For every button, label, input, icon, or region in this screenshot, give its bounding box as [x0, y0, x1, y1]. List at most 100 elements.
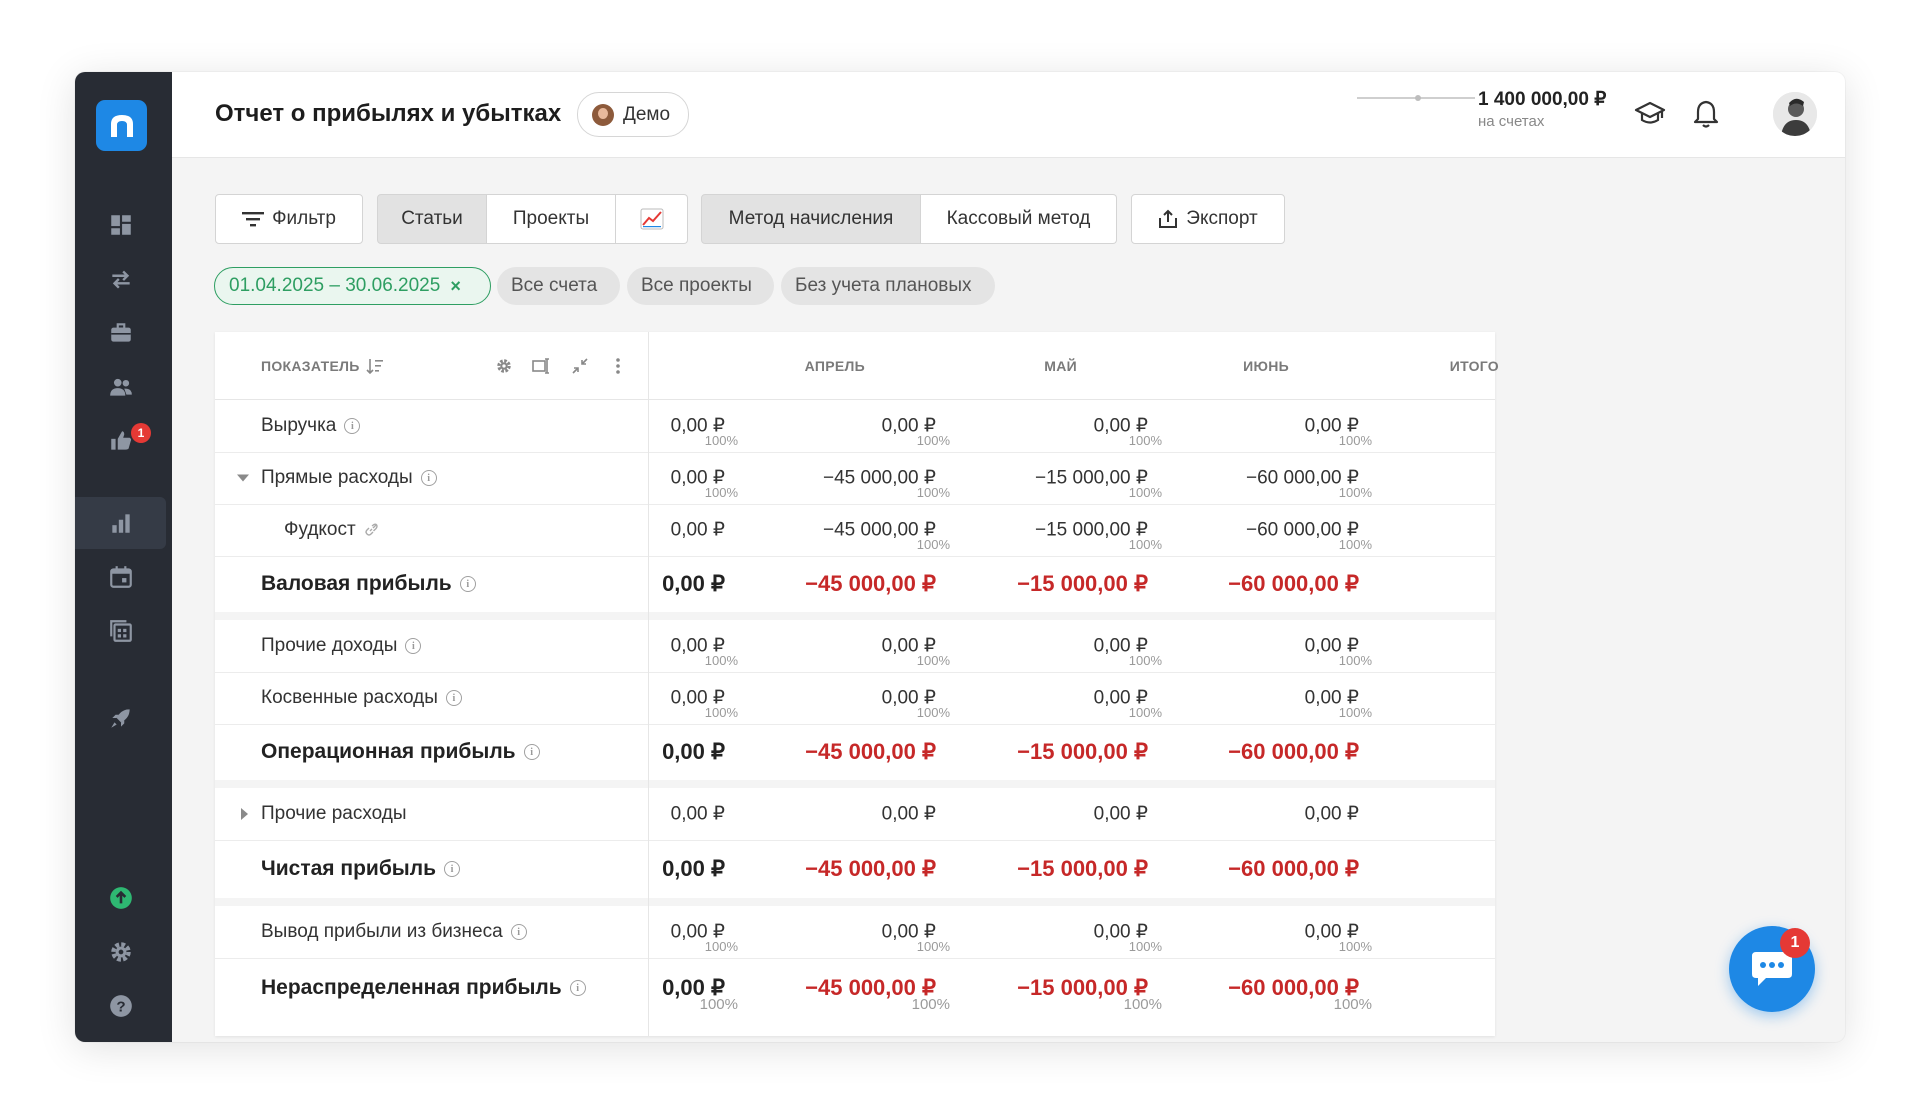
app-logo[interactable] [96, 100, 147, 151]
nav-reports[interactable] [75, 497, 166, 549]
nav-dashboard[interactable] [75, 199, 166, 251]
nav-help[interactable]: ? [75, 980, 166, 1032]
info-icon[interactable]: i [445, 690, 462, 706]
cell-total: −60 000,00 ₽ [1228, 856, 1359, 881]
notifications-button[interactable] [1688, 96, 1724, 132]
row-label: Прочие доходы i [261, 635, 422, 657]
nav-business[interactable] [75, 307, 166, 359]
header: Отчет о прибылях и убытках Демо 1 400 00… [172, 72, 1845, 158]
filter-icon [242, 212, 265, 227]
balance-sparkline [1357, 95, 1475, 101]
table-row-net-profit[interactable]: Чистая прибыль i 0,00 ₽ −45 000,00 ₽ −15 … [215, 840, 1495, 898]
cell-may: 0,00 ₽ [881, 803, 936, 825]
gear-icon [497, 359, 511, 373]
nav-transfers[interactable] [75, 253, 166, 305]
cell-total-pct: 100% [1338, 705, 1372, 720]
sidebar: 1 ? [75, 72, 172, 1042]
cell-april: 0,00 ₽ [662, 856, 725, 881]
date-range-chip[interactable]: 01.04.2025 – 30.06.2025 × [214, 267, 491, 305]
method-cash-button[interactable]: Кассовый метод [921, 194, 1117, 244]
planned-chip[interactable]: Без учета плановых [781, 267, 995, 305]
tab-projects-label: Проекты [512, 208, 590, 229]
cell-april: 0,00 ₽ [662, 571, 725, 596]
nav-calendar[interactable] [75, 551, 166, 603]
nav-calculator[interactable] [75, 605, 166, 657]
nav-upgrade[interactable] [75, 872, 166, 924]
column-indicator[interactable]: ПОКАЗАТЕЛЬ [261, 358, 384, 374]
projects-chip[interactable]: Все проекты [627, 267, 774, 305]
tab-articles[interactable]: Статьи [377, 194, 487, 244]
table-row-gross-profit[interactable]: Валовая прибыль i 0,00 ₽ −45 000,00 ₽ −15… [215, 556, 1495, 612]
gear-icon [110, 942, 131, 962]
table-row-profit-withdrawal[interactable]: Вывод прибыли из бизнеса i 0,00 ₽ 100% 0,… [215, 906, 1495, 959]
info-icon[interactable]: i [420, 470, 437, 486]
row-separator [215, 898, 1495, 906]
transfers-icon [111, 270, 130, 289]
user-avatar[interactable] [1773, 92, 1817, 136]
projects-label: Все проекты [641, 275, 752, 296]
collapse-caret[interactable] [237, 474, 249, 482]
tab-chart[interactable] [616, 194, 688, 244]
logo-icon [110, 114, 133, 137]
balance-value[interactable]: 1 400 000,00 ₽ [1478, 88, 1606, 111]
columns-button[interactable] [523, 352, 561, 380]
info-icon[interactable]: i [443, 861, 460, 877]
cell-june-pct: 100% [1128, 433, 1162, 448]
info-icon[interactable]: i [344, 418, 361, 434]
table-row-operating-profit[interactable]: Операционная прибыль i 0,00 ₽ −45 000,00 … [215, 724, 1495, 780]
accounts-chip[interactable]: Все счета [497, 267, 620, 305]
info-icon[interactable]: i [459, 576, 476, 592]
method-accrual-button[interactable]: Метод начисления [701, 194, 921, 244]
row-label: Вывод прибыли из бизнеса i [261, 921, 527, 943]
table-row-other-income[interactable]: Прочие доходы i 0,00 ₽ 100% 0,00 ₽ 100% 0… [215, 620, 1495, 673]
cell-june-pct: 100% [1128, 653, 1162, 668]
nav-settings[interactable] [75, 926, 166, 978]
info-icon[interactable]: i [510, 924, 527, 940]
table-row-other-expenses[interactable]: Прочие расходы 0,00 ₽ 0,00 ₽ 0,00 ₽ 0,00… [215, 788, 1495, 841]
expand-caret[interactable] [241, 808, 248, 820]
nav-contacts[interactable] [75, 361, 166, 413]
demo-button[interactable]: Демо [577, 92, 690, 137]
table-row-foodcost[interactable]: Фудкост 0,00 ₽ −45 000,00 ₽ 100% −15 000… [215, 504, 1495, 557]
chart-trend-icon [640, 208, 663, 230]
graduation-cap-icon [1634, 101, 1666, 124]
upload-icon [109, 887, 132, 909]
info-icon[interactable]: i [405, 638, 422, 654]
link-icon[interactable] [364, 523, 378, 537]
user-photo-icon [1773, 92, 1817, 136]
table-header: ПОКАЗАТЕЛЬ АПРЕЛЬ МАЙ ИЮНЬ ИТОГО [215, 332, 1499, 400]
cell-april-pct: 100% [699, 996, 738, 1013]
deals-badge: 1 [131, 423, 151, 443]
table-row-revenue[interactable]: Выручка i 0,00 ₽ 100% 0,00 ₽ 100% 0,00 ₽ … [215, 400, 1495, 453]
row-label: Выручка i [261, 415, 361, 437]
row-label: Валовая прибыль i [261, 572, 476, 596]
cell-total-pct: 100% [1338, 653, 1372, 668]
tab-projects[interactable]: Проекты [487, 194, 616, 244]
info-icon[interactable]: i [523, 744, 540, 760]
export-button[interactable]: Экспорт [1131, 194, 1285, 244]
table-row-indirect-expenses[interactable]: Косвенные расходы i 0,00 ₽ 100% 0,00 ₽ 10… [215, 672, 1495, 725]
nav-onboarding[interactable] [75, 692, 166, 744]
chat-badge: 1 [1780, 928, 1810, 958]
column-total: ИТОГО [1449, 358, 1499, 374]
cell-april: 0,00 ₽ [670, 519, 725, 541]
close-icon[interactable]: × [450, 276, 461, 297]
table-row-retained-earnings[interactable]: Нераспределенная прибыль i 0,00 ₽ 100% −4… [215, 958, 1495, 1018]
academy-button[interactable] [1632, 96, 1668, 132]
collapse-button[interactable] [561, 352, 599, 380]
more-button[interactable] [599, 352, 637, 380]
cell-june-pct: 100% [1128, 485, 1162, 500]
row-label: Косвенные расходы i [261, 687, 462, 709]
table-settings-button[interactable] [485, 352, 523, 380]
cell-may: −45 000,00 ₽ [805, 856, 936, 881]
cell-april-pct: 100% [704, 485, 738, 500]
filter-button[interactable]: Фильтр [215, 194, 363, 244]
column-april: АПРЕЛЬ [804, 358, 865, 374]
cell-total: −60 000,00 ₽ [1228, 739, 1359, 764]
row-separator [215, 612, 1495, 620]
table-row-direct-expenses[interactable]: Прямые расходы i 0,00 ₽ 100% −45 000,00 ₽… [215, 452, 1495, 505]
nav-deals[interactable]: 1 [75, 415, 166, 467]
cell-june: 0,00 ₽ [1093, 803, 1148, 825]
bell-icon [1693, 100, 1719, 128]
cell-may-pct: 100% [916, 485, 950, 500]
